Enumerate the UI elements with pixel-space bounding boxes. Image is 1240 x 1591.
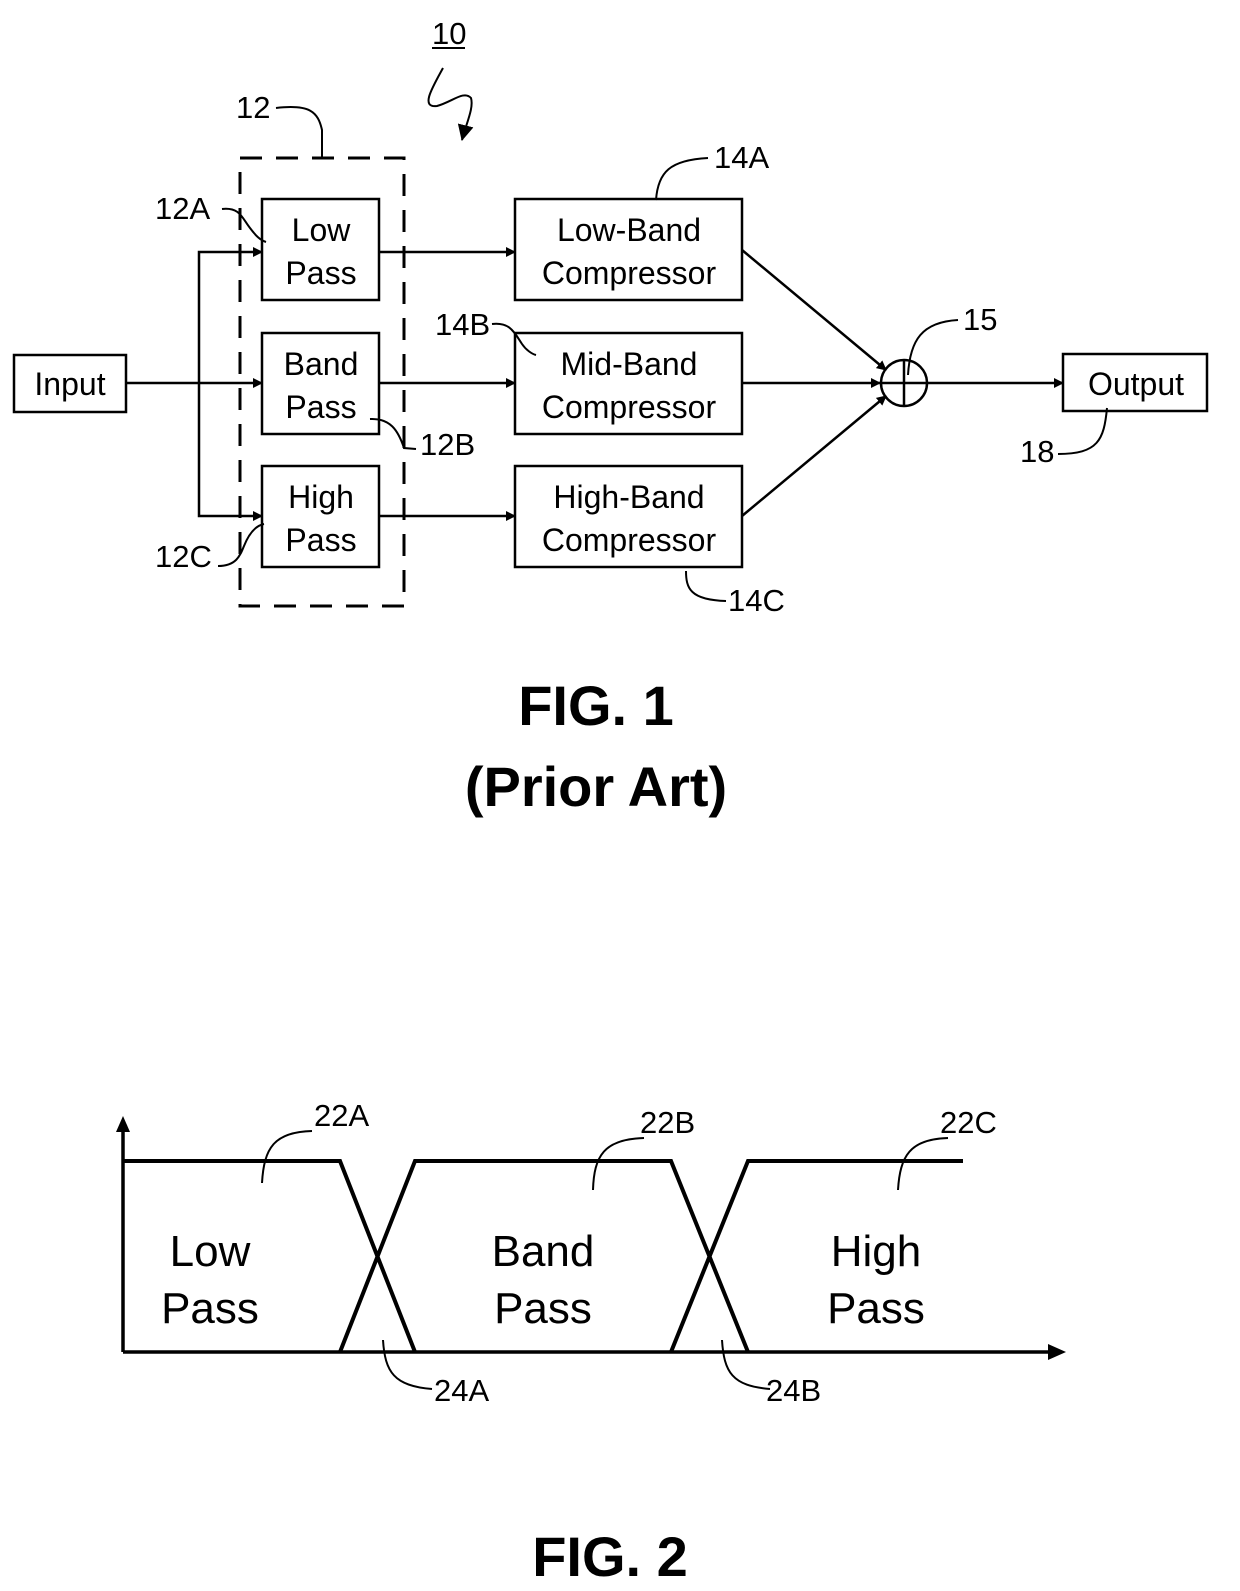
band-pass-line2: Pass (285, 389, 356, 425)
summing-junction (879, 358, 929, 408)
ref-label-12C: 12C (155, 539, 212, 574)
fig2-caption: FIG. 2 (532, 1525, 688, 1588)
ref-label-18: 18 (1020, 434, 1054, 469)
band-pass-band-line1: Band (492, 1227, 595, 1276)
mid-band-compressor-block: Mid-Band Compressor (513, 331, 744, 436)
ref-22B-leader (592, 1137, 645, 1191)
ref-label-12B: 12B (420, 427, 475, 462)
fig1-block-diagram: 10 12 Input Low Pass Band Pass High Pass (12, 16, 1209, 818)
high-pass-filter-block: High Pass (260, 464, 381, 569)
high-pass-line2: Pass (285, 522, 356, 558)
ref-14A-leader (655, 157, 709, 201)
low-band-to-summer-arrow (741, 249, 887, 371)
output-label: Output (1088, 366, 1184, 402)
band-pass-filter-block: Band Pass (260, 331, 381, 436)
band-pass-line1: Band (284, 346, 359, 382)
ref-label-14C: 14C (728, 583, 785, 618)
high-band-to-summer-arrow (741, 395, 887, 517)
y-axis-arrowhead (116, 1116, 130, 1132)
ref-24A-leader (382, 1339, 433, 1390)
low-pass-filter-block: Low Pass (260, 197, 381, 302)
ref-15-leader (907, 319, 959, 376)
fig1-caption: FIG. 1 (518, 674, 674, 737)
low-pass-band-line1: Low (170, 1227, 251, 1276)
ref-22A-leader (261, 1130, 313, 1184)
band-pass-band-line2: Pass (494, 1284, 592, 1333)
high-pass-band-line2: Pass (827, 1284, 925, 1333)
ref-label-22C: 22C (940, 1105, 997, 1140)
high-band-compressor-block: High-Band Compressor (513, 464, 744, 569)
ref-22C-leader (897, 1137, 949, 1191)
ref-label-24A: 24A (434, 1373, 489, 1408)
mid-band-compressor-line1: Mid-Band (561, 346, 698, 382)
low-pass-line1: Low (292, 212, 352, 248)
ref-10-squiggle-arrow (427, 67, 474, 141)
x-axis-arrowhead (1048, 1344, 1066, 1360)
ref-12-leader (275, 106, 323, 158)
input-label: Input (34, 366, 105, 402)
high-pass-band-line1: High (831, 1227, 922, 1276)
high-band-compressor-line1: High-Band (553, 479, 704, 515)
low-band-compressor-block: Low-Band Compressor (513, 197, 744, 302)
ref-label-12A: 12A (155, 191, 210, 226)
high-band-compressor-line2: Compressor (542, 522, 717, 558)
ref-label-14B: 14B (435, 307, 490, 342)
ref-12A-leader (221, 207, 267, 243)
ref-label-22B: 22B (640, 1105, 695, 1140)
ref-18-leader (1057, 407, 1108, 455)
patent-figures: 10 12 Input Low Pass Band Pass High Pass (12, 16, 1209, 1588)
ref-label-22A: 22A (314, 1098, 369, 1133)
ref-label-14A: 14A (714, 140, 769, 175)
ref-label-12: 12 (236, 90, 270, 125)
mid-band-compressor-line2: Compressor (542, 389, 717, 425)
fig2-frequency-response: Low Pass Band Pass High Pass 22A 22B 22C… (116, 1098, 1066, 1588)
low-band-compressor-line1: Low-Band (557, 212, 701, 248)
ref-14C-leader (685, 570, 727, 602)
input-to-highpass-arrow (197, 383, 263, 521)
high-pass-line1: High (288, 479, 354, 515)
low-pass-band-line2: Pass (161, 1284, 259, 1333)
fig1-caption-prior-art: (Prior Art) (465, 755, 727, 818)
low-pass-line2: Pass (285, 255, 356, 291)
low-band-compressor-line2: Compressor (542, 255, 717, 291)
input-to-lowpass-arrow (197, 247, 263, 383)
ref-label-24B: 24B (766, 1373, 821, 1408)
ref-label-15: 15 (963, 302, 997, 337)
ref-label-10: 10 (432, 16, 466, 51)
